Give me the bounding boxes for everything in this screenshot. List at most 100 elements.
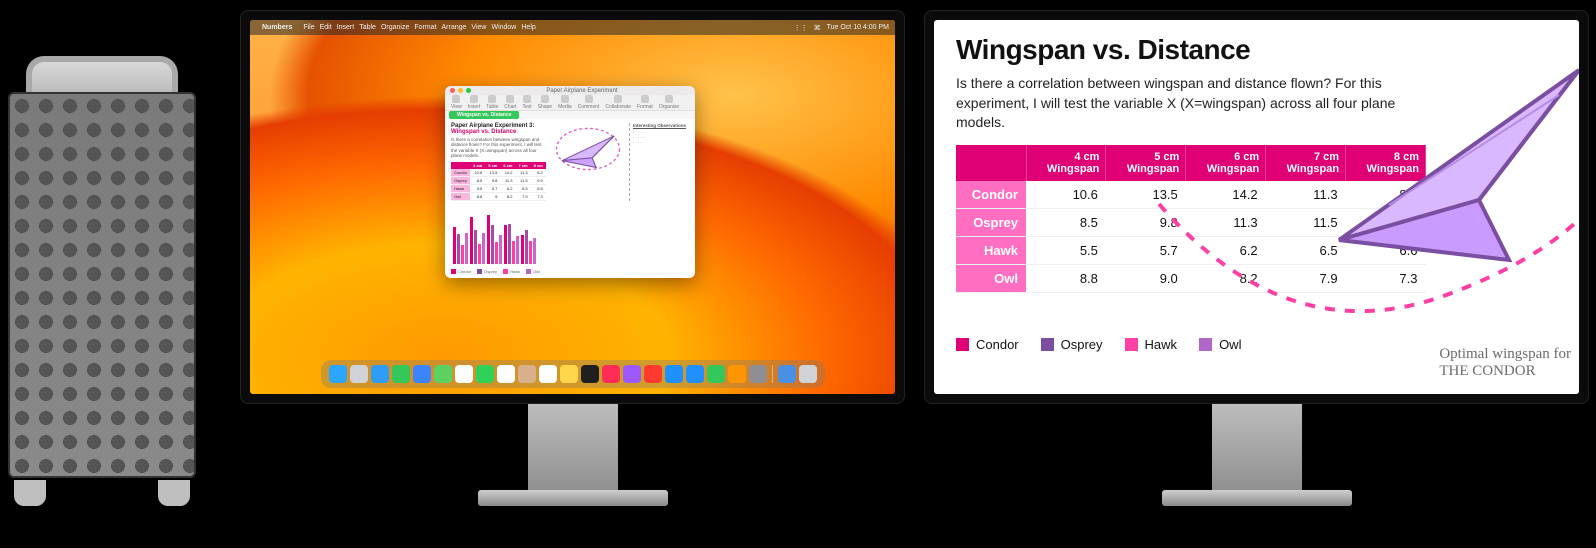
toolbar-button[interactable]: Organize xyxy=(659,95,679,110)
toolbar-button[interactable]: Table xyxy=(486,95,498,110)
table-cell[interactable]: 5.5 xyxy=(1026,236,1106,264)
toolbar-button[interactable]: View xyxy=(451,95,462,110)
table-cell[interactable]: 8.2 xyxy=(1186,264,1266,292)
toolbar-button[interactable]: Media xyxy=(558,95,572,110)
table-cell[interactable]: 10.6 xyxy=(1026,181,1106,209)
dock-app-music-icon[interactable] xyxy=(602,365,620,383)
dock-app-pages-icon[interactable] xyxy=(728,365,746,383)
paper-plane-illustration-small xyxy=(550,123,625,175)
column-header[interactable]: 6 cm Wingspan xyxy=(1186,145,1266,181)
sheet-tab[interactable]: Wingspan vs. Distance xyxy=(449,111,519,119)
menubar-item[interactable]: File xyxy=(303,24,314,31)
mac-pro-body xyxy=(8,92,196,478)
dock-app-appstore-icon[interactable] xyxy=(665,365,683,383)
chart-bar xyxy=(533,238,536,263)
document-zoom-view[interactable]: Wingspan vs. Distance Is there a correla… xyxy=(934,20,1579,394)
display-bezel: Wingspan vs. Distance Is there a correla… xyxy=(924,10,1589,404)
dock-app-settings-icon[interactable] xyxy=(749,365,767,383)
dock-app-reminders-icon[interactable] xyxy=(539,365,557,383)
row-header[interactable]: Hawk xyxy=(956,236,1026,264)
display-stand-base xyxy=(478,490,668,506)
toolbar-button[interactable]: Chart xyxy=(504,95,516,110)
dock-app-podcasts-icon[interactable] xyxy=(623,365,641,383)
window-titlebar[interactable]: Paper Airplane Experiment xyxy=(445,86,695,95)
dock-app-mail-icon[interactable] xyxy=(413,365,431,383)
zoom-icon[interactable] xyxy=(466,88,471,93)
table-row[interactable]: Hawk5.55.76.26.56.6 xyxy=(451,184,546,192)
table-row[interactable]: Owl8.898.27.97.3 xyxy=(451,192,546,200)
dock-app-facetime-icon[interactable] xyxy=(476,365,494,383)
dock-app-contacts-icon[interactable] xyxy=(518,365,536,383)
table-cell[interactable]: 8.5 xyxy=(1026,208,1106,236)
column-header[interactable]: 4 cm Wingspan xyxy=(1026,145,1106,181)
dock-app-trash-icon[interactable] xyxy=(799,365,817,383)
menubar-item[interactable]: View xyxy=(471,24,486,31)
table-cell[interactable]: 14.2 xyxy=(1186,181,1266,209)
menubar-item[interactable]: Insert xyxy=(337,24,355,31)
close-icon[interactable] xyxy=(450,88,455,93)
data-table-small[interactable]: 4 cm5 cm6 cm7 cm8 cmCondor10.613.514.211… xyxy=(451,162,546,201)
dock-app-messages-icon[interactable] xyxy=(392,365,410,383)
dock[interactable] xyxy=(321,360,825,388)
table-cell[interactable]: 8.8 xyxy=(1026,264,1106,292)
menubar-item[interactable]: Window xyxy=(491,24,516,31)
dock-app-keynote-icon[interactable] xyxy=(686,365,704,383)
dock-app-finder-icon[interactable] xyxy=(329,365,347,383)
dock-app-news-icon[interactable] xyxy=(644,365,662,383)
dock-app-calendar-icon[interactable] xyxy=(497,365,515,383)
toolbar-button[interactable]: Insert xyxy=(468,95,481,110)
menubar-wifi-icon[interactable]: ⋮⋮ xyxy=(794,24,808,32)
row-header[interactable]: Owl xyxy=(956,264,1026,292)
table-row[interactable]: Osprey8.59.811.311.59.9 xyxy=(451,176,546,184)
zoomed-document-screen[interactable]: Wingspan vs. Distance Is there a correla… xyxy=(934,20,1579,394)
table-cell[interactable]: 11.3 xyxy=(1186,208,1266,236)
menubar-control-center-icon[interactable]: ⌘ xyxy=(814,24,821,32)
dock-app-photos-icon[interactable] xyxy=(455,365,473,383)
dock-app-numbers-icon[interactable] xyxy=(707,365,725,383)
toolbar-button[interactable]: Text xyxy=(522,95,531,110)
menubar-clock[interactable]: Tue Oct 10 4:00 PM xyxy=(827,24,889,31)
observation-notes: Interesting Observations · · · · ·· · · … xyxy=(629,123,689,201)
toolbar-button[interactable]: Shape xyxy=(538,95,552,110)
table-cell[interactable]: 5.7 xyxy=(1106,236,1186,264)
toolbar-button[interactable]: Comment xyxy=(578,95,600,110)
row-header[interactable]: Osprey xyxy=(956,208,1026,236)
column-header[interactable]: 5 cm Wingspan xyxy=(1106,145,1186,181)
menubar-app-name[interactable]: Numbers xyxy=(262,24,292,31)
dock-app-maps-icon[interactable] xyxy=(434,365,452,383)
chart-bar xyxy=(525,230,528,264)
display-stand xyxy=(1212,404,1302,494)
table-cell[interactable]: 9.0 xyxy=(1106,264,1186,292)
document-canvas[interactable]: Paper Airplane Experiment 3: Wingspan vs… xyxy=(445,119,695,278)
menubar-item[interactable]: Organize xyxy=(381,24,409,31)
minimize-icon[interactable] xyxy=(458,88,463,93)
menubar-item[interactable]: Arrange xyxy=(442,24,467,31)
dock-app-launchpad-icon[interactable] xyxy=(350,365,368,383)
chart-bar xyxy=(516,236,519,263)
window-toolbar[interactable]: View Insert Table Chart Text Shape Media Commen… xyxy=(445,95,695,111)
table-cell[interactable]: 13.5 xyxy=(1106,181,1186,209)
dock-app-notes-icon[interactable] xyxy=(560,365,578,383)
table-cell[interactable]: 6.2 xyxy=(1186,236,1266,264)
bar-chart-small[interactable] xyxy=(451,204,689,264)
desktop-screen[interactable]: Numbers File Edit Insert Table Organize Forma… xyxy=(250,20,895,394)
menubar-item[interactable]: Edit xyxy=(320,24,332,31)
dock-app-tv-icon[interactable] xyxy=(581,365,599,383)
table-cell[interactable]: 9.8 xyxy=(1106,208,1186,236)
menubar-item[interactable]: Table xyxy=(359,24,376,31)
menubar-item[interactable]: Format xyxy=(414,24,436,31)
chart-legend-small: CondorOspreyHawkOwl xyxy=(451,269,689,274)
chart-bar xyxy=(457,234,460,263)
numbers-window[interactable]: Paper Airplane Experiment View Insert Tabl… xyxy=(445,86,695,278)
menubar-item[interactable]: Help xyxy=(521,24,535,31)
dock-app-safari-icon[interactable] xyxy=(371,365,389,383)
dock-app-downloads-icon[interactable] xyxy=(778,365,796,383)
window-title: Paper Airplane Experiment xyxy=(474,88,690,94)
toolbar-button[interactable]: Format xyxy=(637,95,653,110)
chart-bar xyxy=(491,225,494,264)
row-header[interactable]: Condor xyxy=(956,181,1026,209)
menubar[interactable]: Numbers File Edit Insert Table Organize Forma… xyxy=(250,20,895,35)
paper-plane-illustration xyxy=(1329,50,1579,270)
toolbar-button[interactable]: Collaborate xyxy=(605,95,631,110)
table-row[interactable]: Condor10.613.514.211.38.2 xyxy=(451,169,546,177)
